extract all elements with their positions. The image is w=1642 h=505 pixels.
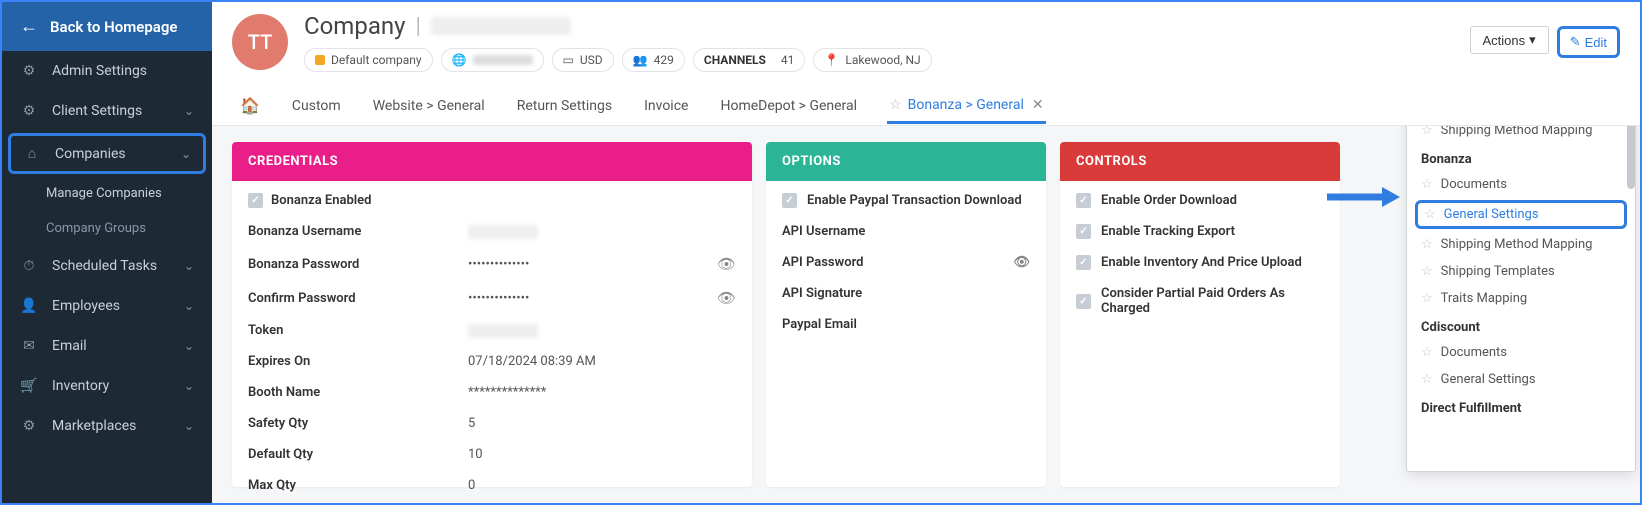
panel-credentials-header: CREDENTIALS bbox=[232, 142, 752, 181]
sidebar-item-employees[interactable]: 👤 Employees ⌄ bbox=[2, 286, 212, 326]
search-item-traits-mapping[interactable]: ☆Traits Mapping bbox=[1407, 285, 1635, 312]
star-icon[interactable]: ☆ bbox=[1421, 237, 1433, 252]
sidebar-sub-manage-companies[interactable]: Manage Companies bbox=[2, 176, 212, 211]
cart-icon: 🛒 bbox=[20, 378, 38, 394]
chevron-down-icon: ⌄ bbox=[181, 147, 191, 161]
square-icon bbox=[315, 55, 325, 65]
arrow-annotation bbox=[1322, 182, 1402, 216]
sidebar-sub-company-groups[interactable]: Company Groups bbox=[2, 211, 212, 246]
tab-homedepot-general[interactable]: HomeDepot > General bbox=[718, 88, 859, 124]
panel-options: OPTIONS ✓Enable Paypal Transaction Downl… bbox=[766, 142, 1046, 487]
users-icon: 👥 bbox=[633, 53, 648, 67]
search-item-shipping-method-mapping[interactable]: ☆Shipping Method Mapping bbox=[1407, 126, 1635, 144]
sidebar-item-inventory[interactable]: 🛒 Inventory ⌄ bbox=[2, 366, 212, 406]
checkbox-icon[interactable]: ✓ bbox=[782, 193, 797, 208]
sidebar-item-marketplaces[interactable]: ⚙ Marketplaces ⌄ bbox=[2, 406, 212, 446]
chip-location: 📍Lakewood, NJ bbox=[813, 48, 931, 72]
tab-website-general[interactable]: Website > General bbox=[371, 88, 487, 124]
checkbox-icon[interactable]: ✓ bbox=[1076, 255, 1091, 270]
chevron-down-icon: ⌄ bbox=[184, 379, 194, 393]
avatar: TT bbox=[232, 14, 288, 70]
checkbox-icon[interactable]: ✓ bbox=[248, 193, 263, 208]
chip-members: 👥429 bbox=[622, 48, 685, 72]
star-icon[interactable]: ☆ bbox=[889, 97, 902, 113]
sidebar-item-scheduled-tasks[interactable]: ⏱ Scheduled Tasks ⌄ bbox=[2, 246, 212, 286]
star-icon[interactable]: ☆ bbox=[1421, 291, 1433, 306]
chevron-down-icon: ⌄ bbox=[184, 299, 194, 313]
panel-options-header: OPTIONS bbox=[766, 142, 1046, 181]
gear-icon: ⚙ bbox=[20, 63, 38, 79]
title-separator: | bbox=[416, 14, 421, 39]
search-item-documents[interactable]: ☆Documents bbox=[1407, 339, 1635, 366]
gear-icon: ⚙ bbox=[20, 103, 38, 119]
eye-icon[interactable]: 👁 bbox=[1013, 255, 1030, 270]
tab-custom[interactable]: Custom bbox=[290, 88, 343, 124]
chevron-down-icon: ⌄ bbox=[184, 339, 194, 353]
star-icon[interactable]: ☆ bbox=[1421, 126, 1433, 138]
search-item-general-settings[interactable]: ☆General Settings bbox=[1415, 200, 1627, 229]
page-header: TT Company | Default company 🌐 ▭USD 👥429… bbox=[212, 2, 1640, 126]
star-icon[interactable]: ☆ bbox=[1421, 345, 1433, 360]
chip-channels: CHANNELS 41 bbox=[693, 48, 806, 72]
panel-controls: CONTROLS ✓Enable Order Download ✓Enable … bbox=[1060, 142, 1340, 487]
tab-home[interactable]: 🏠 bbox=[238, 86, 262, 125]
chevron-down-icon: ⌄ bbox=[184, 419, 194, 433]
close-icon[interactable]: ✕ bbox=[1032, 97, 1044, 113]
search-item-documents[interactable]: ☆Documents bbox=[1407, 171, 1635, 198]
search-item-general-settings[interactable]: ☆General Settings bbox=[1407, 366, 1635, 393]
sidebar-item-client-settings[interactable]: ⚙ Client Settings ⌄ bbox=[2, 91, 212, 131]
eye-icon[interactable]: 👁 bbox=[717, 289, 736, 307]
chip-website: 🌐 bbox=[441, 48, 544, 72]
search-group-cdiscount: Cdiscount bbox=[1407, 312, 1635, 339]
edit-button[interactable]: ✎ Edit bbox=[1557, 26, 1620, 58]
tab-bar: 🏠 Custom Website > General Return Settin… bbox=[232, 86, 1620, 125]
tab-return-settings[interactable]: Return Settings bbox=[515, 88, 614, 124]
caret-down-icon: ▾ bbox=[1529, 32, 1536, 48]
sidebar: ← Back to Homepage ⚙ Admin Settings ⚙ Cl… bbox=[2, 2, 212, 503]
star-icon[interactable]: ☆ bbox=[1421, 177, 1433, 192]
tab-invoice[interactable]: Invoice bbox=[642, 88, 690, 124]
main-area: TT Company | Default company 🌐 ▭USD 👥429… bbox=[212, 2, 1640, 503]
chip-default-company: Default company bbox=[304, 48, 433, 72]
content-area: CREDENTIALS ✓Bonanza Enabled Bonanza Use… bbox=[212, 126, 1640, 503]
clock-icon: ⏱ bbox=[20, 258, 38, 274]
chevron-down-icon: ⌄ bbox=[184, 104, 194, 118]
panel-controls-header: CONTROLS bbox=[1060, 142, 1340, 181]
sidebar-item-admin-settings[interactable]: ⚙ Admin Settings bbox=[2, 51, 212, 91]
chip-currency: ▭USD bbox=[552, 48, 614, 72]
search-group-direct-fulfillment: Direct Fulfillment bbox=[1407, 393, 1635, 420]
back-label: Back to Homepage bbox=[50, 18, 177, 36]
page-title: Company bbox=[304, 12, 406, 40]
back-to-homepage-link[interactable]: ← Back to Homepage bbox=[2, 2, 212, 51]
star-icon[interactable]: ☆ bbox=[1424, 207, 1436, 222]
pin-icon: 📍 bbox=[824, 53, 839, 67]
pencil-icon: ✎ bbox=[1570, 34, 1581, 50]
checkbox-icon[interactable]: ✓ bbox=[1076, 193, 1091, 208]
tab-bonanza-general[interactable]: ☆ Bonanza > General ✕ bbox=[887, 87, 1046, 124]
checkbox-icon[interactable]: ✓ bbox=[1076, 294, 1091, 309]
company-name-redacted bbox=[431, 17, 571, 35]
scrollbar[interactable] bbox=[1627, 126, 1635, 189]
arrow-left-icon: ← bbox=[20, 16, 38, 37]
sidebar-item-email[interactable]: ✉ Email ⌄ bbox=[2, 326, 212, 366]
mail-icon: ✉ bbox=[20, 338, 38, 354]
search-group-bonanza: Bonanza bbox=[1407, 144, 1635, 171]
checkbox-icon[interactable]: ✓ bbox=[1076, 224, 1091, 239]
user-icon: 👤 bbox=[20, 298, 38, 314]
star-icon[interactable]: ☆ bbox=[1421, 372, 1433, 387]
search-item-shipping-templates[interactable]: ☆Shipping Templates bbox=[1407, 258, 1635, 285]
search-item-shipping-method-mapping[interactable]: ☆Shipping Method Mapping bbox=[1407, 231, 1635, 258]
eye-icon[interactable]: 👁 bbox=[717, 255, 736, 273]
sidebar-item-companies[interactable]: ⌂ Companies ⌄ bbox=[8, 133, 206, 174]
currency-icon: ▭ bbox=[563, 53, 574, 67]
tool-search-panel: 🔍 ☆Shipping Method Mapping Bonanza ☆Docu… bbox=[1406, 126, 1636, 472]
actions-dropdown[interactable]: Actions ▾ bbox=[1470, 26, 1549, 54]
globe-icon: ⚙ bbox=[20, 418, 38, 434]
chevron-down-icon: ⌄ bbox=[184, 259, 194, 273]
star-icon[interactable]: ☆ bbox=[1421, 264, 1433, 279]
panel-credentials: CREDENTIALS ✓Bonanza Enabled Bonanza Use… bbox=[232, 142, 752, 487]
globe-icon: 🌐 bbox=[452, 53, 467, 67]
companies-icon: ⌂ bbox=[23, 145, 41, 162]
